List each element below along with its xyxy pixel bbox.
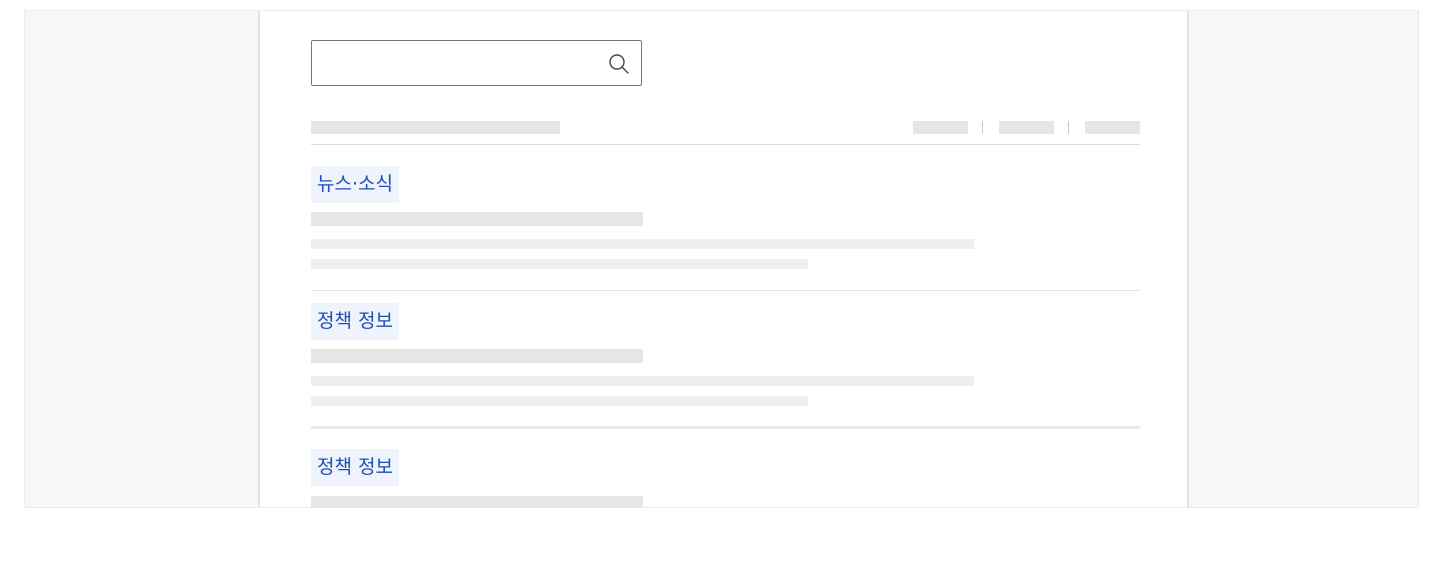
result-title-placeholder (311, 212, 643, 226)
result-divider (311, 290, 1140, 291)
result-title-placeholder (311, 496, 643, 507)
category-badge[interactable]: 뉴스·소식 (311, 166, 399, 203)
sort-option-placeholder[interactable] (999, 121, 1054, 134)
search-box[interactable] (311, 40, 642, 86)
content-panel: 뉴스·소식 정책 정보 정책 정보 (258, 11, 1189, 507)
category-badge[interactable]: 정책 정보 (311, 449, 399, 486)
result-snippet-placeholder (311, 239, 974, 249)
search-input[interactable] (312, 41, 612, 85)
sort-divider (1068, 121, 1069, 134)
sort-option-placeholder[interactable] (913, 121, 968, 134)
page-frame: 뉴스·소식 정책 정보 정책 정보 (24, 10, 1419, 508)
results-header-divider (311, 144, 1140, 145)
result-title-placeholder (311, 349, 643, 363)
category-badge[interactable]: 정책 정보 (311, 303, 399, 340)
result-snippet-placeholder (311, 376, 974, 386)
result-divider (311, 426, 1140, 429)
result-snippet-placeholder (311, 259, 808, 269)
sort-option-placeholder[interactable] (1085, 121, 1140, 134)
results-count-placeholder (311, 121, 560, 134)
search-icon[interactable] (607, 52, 631, 76)
result-snippet-placeholder (311, 396, 808, 406)
sort-divider (982, 121, 983, 134)
